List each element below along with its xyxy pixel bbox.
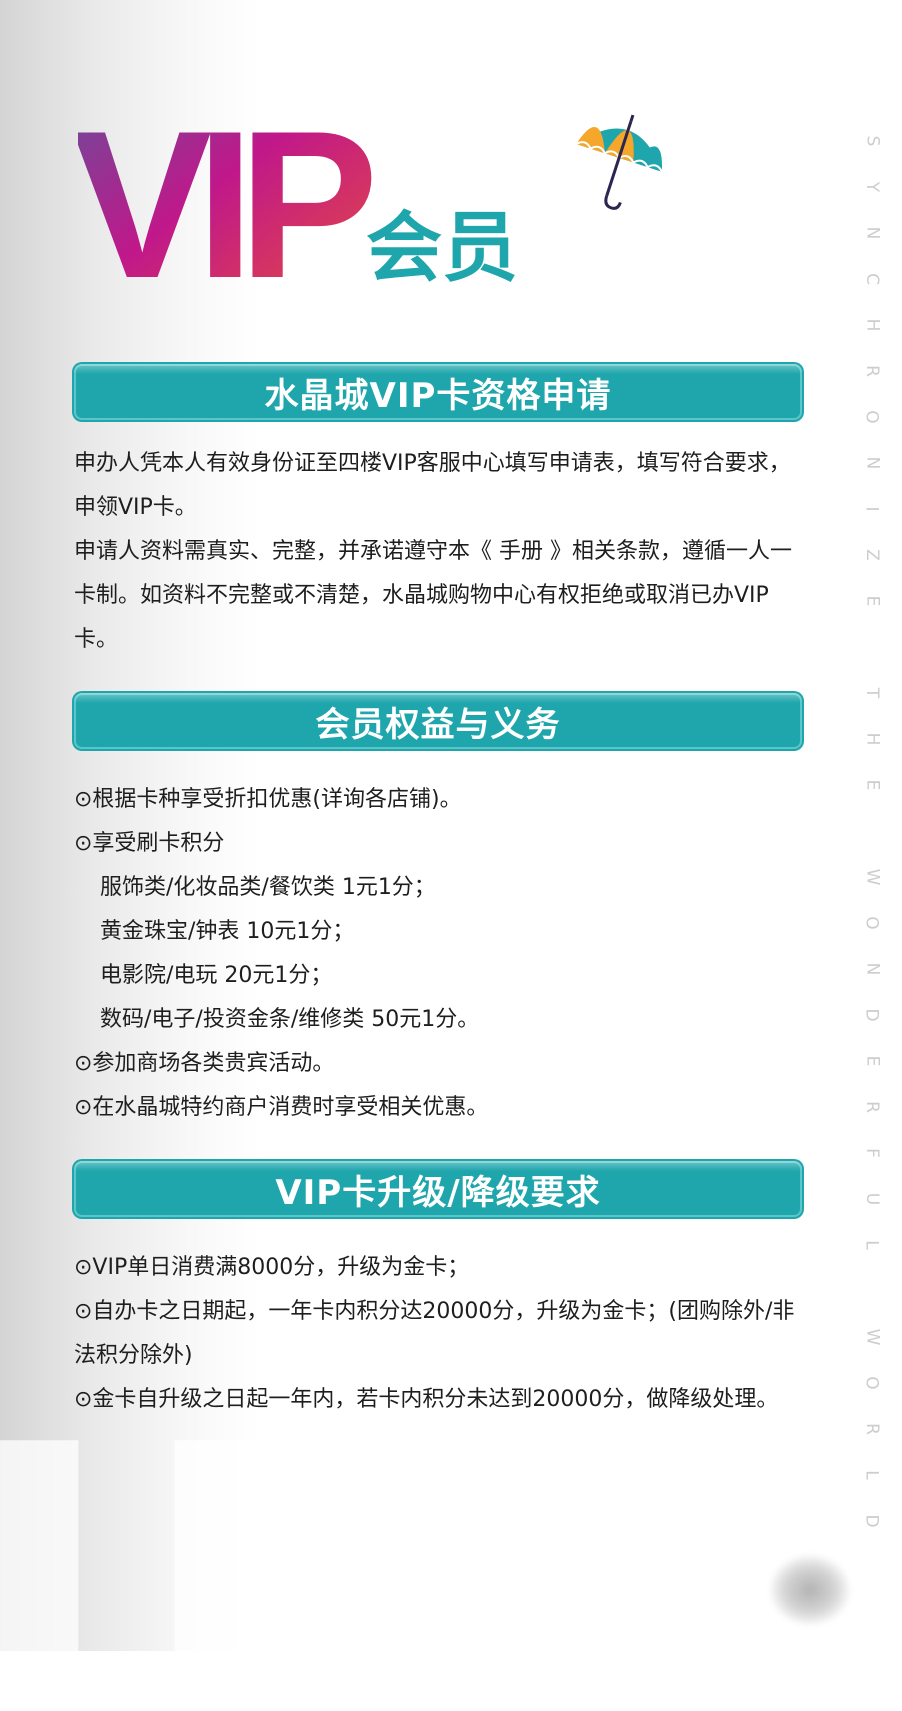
list-item: ⊙在水晶城特约商户消费时享受相关优惠。 [74,1095,489,1120]
list-item: ⊙参加商场各类贵宾活动。 [74,1051,335,1076]
section-header-upgrade: VIP卡升级/降级要求 [74,1161,802,1217]
member-logo-text: 会员 [366,203,518,292]
side-letter: O [861,410,882,424]
side-letter: D [862,1008,882,1022]
list-item: ⊙金卡自升级之日起一年内，若卡内积分未达到20000分，做降级处理。 [74,1387,779,1412]
side-letter: O [861,1376,882,1390]
side-letter: R [862,365,882,377]
umbrella-icon [575,114,663,210]
section-header-benefits: 会员权益与义务 [74,693,802,749]
side-letter: L [861,1470,882,1480]
side-letter: H [861,318,882,332]
side-letter: L [861,1240,882,1250]
application-paragraph: 申请人资料需真实、完整，并承诺遵守本《 手册 》相关条款，遵循一人一卡制。如资料… [74,539,792,652]
side-letter: W [862,1328,882,1346]
list-item: ⊙享受刷卡积分 [74,831,225,856]
section-header-application: 水晶城VIP卡资格申请 [74,364,802,420]
side-letter: C [862,273,882,285]
side-letter: D [862,1514,882,1528]
side-letter: R [862,1101,882,1113]
section-title-application: 水晶城VIP卡资格申请 [264,375,612,416]
list-item: 数码/电子/投资金条/维修类 50元1分。 [100,1007,480,1032]
side-letter: H [861,732,882,746]
side-letter: N [862,226,882,240]
side-letter: E [862,1055,882,1067]
list-item: 黄金珠宝/钟表 10元1分； [100,919,355,944]
side-letter: T [861,687,882,699]
vertical-side-text: S Y N C H R O N I Z E T H E W O N D E R F U L W O R L D [862,118,882,1544]
side-letter: F [862,1148,882,1158]
side-letter: W [862,868,882,886]
section-title-benefits: 会员权益与义务 [315,704,561,745]
application-paragraph: 申办人凭本人有效身份证至四楼VIP客服中心填写申请表，填写符合要求，申领VIP卡… [74,451,791,520]
side-letter: Z [862,549,882,561]
side-letter: N [862,962,882,976]
side-letter: O [861,916,882,930]
list-item: ⊙根据卡种享受折扣优惠(详询各店铺)。 [74,787,462,812]
background-watermark-shape: ▌▌ [0,1444,364,1711]
side-letter: N [862,456,882,470]
list-item: ⊙自办卡之日期起，一年卡内积分达20000分，升级为金卡；(团购除外/非法积分除… [74,1299,795,1368]
ink-smudge-decoration [770,1555,850,1625]
side-letter: U [861,1192,882,1206]
side-letter: E [862,779,882,791]
side-letter: R [862,1423,882,1435]
vip-logo: VIP 会员 [78,122,518,322]
upgrade-list: ⊙VIP单日消费满8000分，升级为金卡； ⊙自办卡之日期起，一年卡内积分达20… [74,1246,804,1422]
list-item: 电影院/电玩 20元1分； [100,963,333,988]
list-item: 服饰类/化妆品类/餐饮类 1元1分； [100,875,436,900]
vip-logo-text: VIP [78,122,371,322]
section-title-upgrade: VIP卡升级/降级要求 [275,1172,601,1213]
list-item: ⊙VIP单日消费满8000分，升级为金卡； [74,1255,470,1280]
application-paragraphs: 申办人凭本人有效身份证至四楼VIP客服中心填写申请表，填写符合要求，申领VIP卡… [74,442,804,662]
side-letter: E [862,595,882,607]
side-letter: I [861,506,882,512]
side-letter: S [861,135,882,147]
benefits-list: ⊙根据卡种享受折扣优惠(详询各店铺)。 ⊙享受刷卡积分 服饰类/化妆品类/餐饮类… [74,778,804,1130]
side-letter: Y [861,181,882,193]
